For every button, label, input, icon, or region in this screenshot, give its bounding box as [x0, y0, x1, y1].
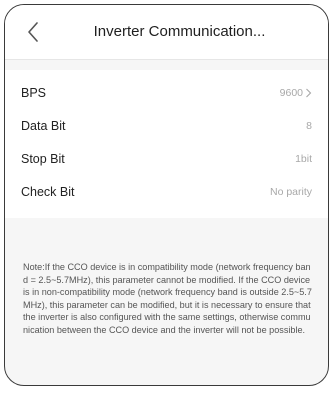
setting-row-data-bit[interactable]: Data Bit 8 — [5, 109, 328, 142]
setting-value: 9600 — [280, 87, 312, 99]
note-text: Note:If the CCO device is in compatibili… — [23, 262, 312, 335]
setting-row-bps[interactable]: BPS 9600 — [5, 76, 328, 109]
settings-list: BPS 9600 Data Bit 8 Stop Bit 1bit Check … — [5, 70, 328, 218]
setting-value: 1bit — [295, 152, 312, 165]
chevron-left-icon — [28, 22, 38, 42]
setting-row-check-bit[interactable]: Check Bit No parity — [5, 175, 328, 208]
setting-label: BPS — [21, 85, 47, 100]
page-title: Inverter Communication... — [93, 23, 266, 40]
setting-value: No parity — [269, 185, 312, 198]
setting-value-text: 9600 — [279, 86, 303, 99]
setting-value: 8 — [306, 119, 312, 132]
phone-frame: Inverter Communication... BPS 9600 Data … — [4, 4, 329, 386]
top-bar: Inverter Communication... — [5, 5, 328, 60]
setting-row-stop-bit[interactable]: Stop Bit 1bit — [5, 142, 328, 175]
setting-label: Stop Bit — [21, 151, 65, 166]
chevron-right-icon — [305, 88, 312, 98]
back-button[interactable] — [23, 22, 43, 42]
setting-label: Check Bit — [21, 184, 75, 199]
setting-label: Data Bit — [21, 118, 66, 133]
